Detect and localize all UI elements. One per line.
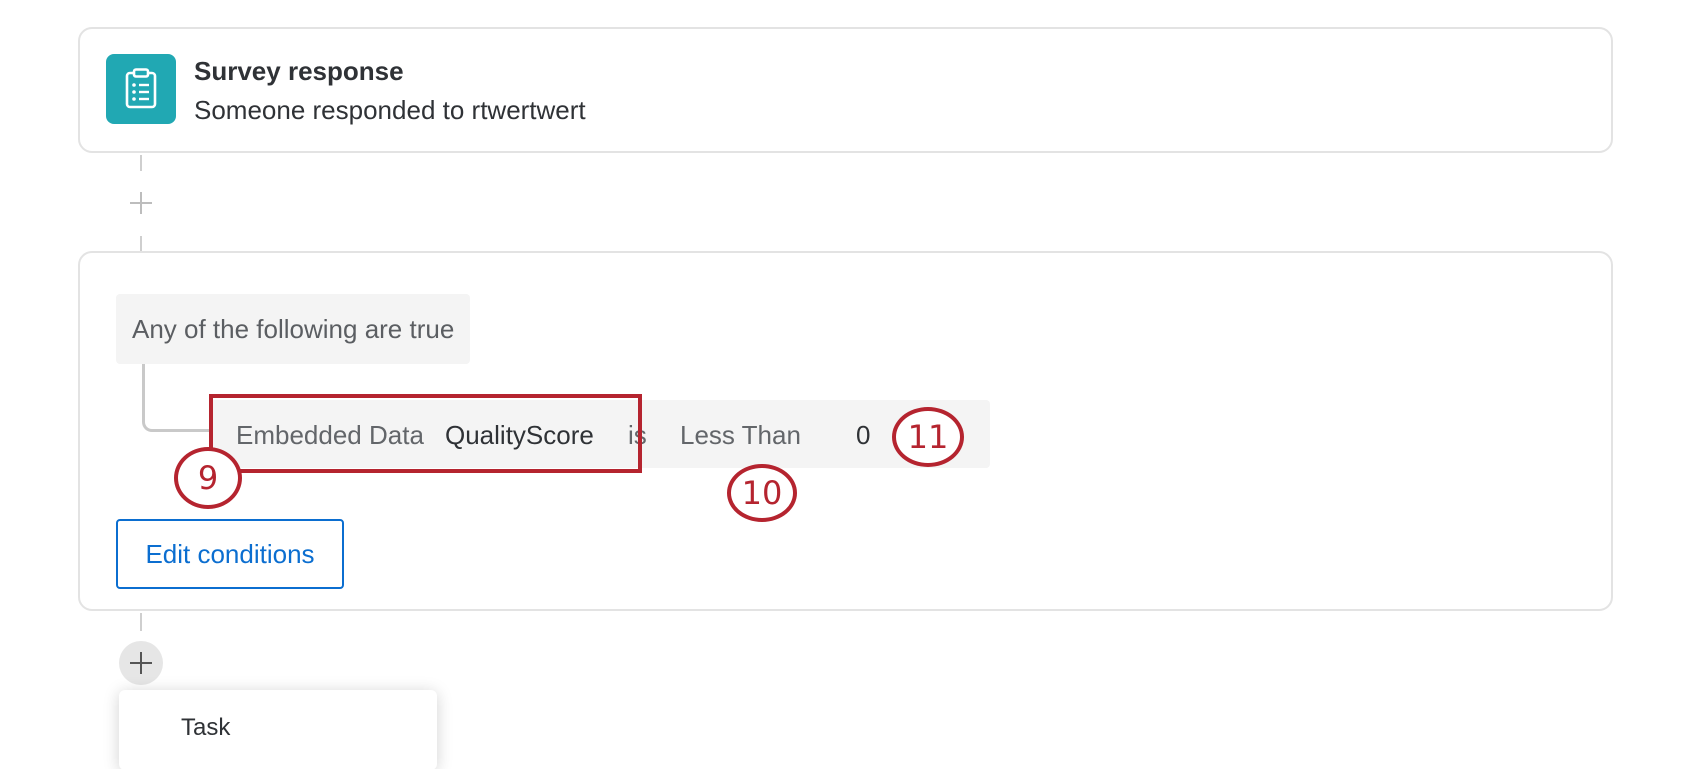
trigger-subtitle: Someone responded to rtwertwert <box>194 95 586 125</box>
edit-conditions-button[interactable]: Edit conditions <box>116 519 344 589</box>
callout-badge: 9 <box>174 447 242 509</box>
condition-card: Any of the following are true Embedded D… <box>78 251 1613 611</box>
add-step-button[interactable] <box>119 641 163 685</box>
operator-dropdown[interactable]: Less Than <box>680 420 801 450</box>
condition-connector <box>142 364 212 432</box>
callout-badge: 10 <box>727 464 797 522</box>
add-step-button[interactable] <box>126 188 156 218</box>
trigger-card[interactable]: Survey response Someone responded to rtw… <box>78 27 1613 153</box>
plus-icon <box>130 192 152 214</box>
trigger-title: Survey response <box>194 56 404 86</box>
plus-icon <box>130 652 152 674</box>
condition-value[interactable]: 0 <box>856 420 870 450</box>
callout-badge: 11 <box>892 407 964 467</box>
clipboard-list-icon <box>106 54 176 124</box>
annotation-highlight-box <box>209 394 642 473</box>
condition-group-label[interactable]: Any of the following are true <box>116 294 471 364</box>
connector-line <box>140 236 142 251</box>
connector-line <box>140 613 142 631</box>
menu-item-task[interactable]: Task <box>181 714 230 742</box>
add-step-menu: Task <box>119 690 437 769</box>
connector-line <box>140 155 142 171</box>
